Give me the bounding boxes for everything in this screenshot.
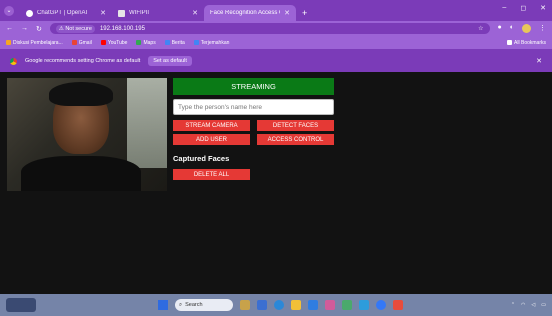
tab-title: Face Recognition Access Contr xyxy=(210,10,280,16)
reload-icon[interactable]: ↻ xyxy=(36,25,42,33)
news-icon xyxy=(164,39,170,45)
app-icon[interactable] xyxy=(376,300,386,310)
captured-faces-heading: Captured Faces xyxy=(173,154,230,163)
close-tab-icon[interactable]: ✕ xyxy=(284,9,290,17)
chrome-taskbar-icon[interactable] xyxy=(342,300,352,310)
bookmark-item[interactable]: Terjemahkan xyxy=(193,39,229,46)
url-text[interactable]: 192.168.100.195 xyxy=(100,26,145,32)
tab-strip: ⌄ ChatGPT | OpenAI ✕ WIFIPII ✕ Face Reco… xyxy=(0,0,552,21)
infobar-message: Google recommends setting Chrome as defa… xyxy=(25,58,141,64)
toolbar-icons: ● ◐ ⋮ xyxy=(498,24,546,33)
weather-widget[interactable] xyxy=(6,298,36,312)
default-browser-infobar: Google recommends setting Chrome as defa… xyxy=(0,50,552,72)
camera-stream xyxy=(7,78,167,191)
bookmark-item[interactable]: Gmail xyxy=(71,39,92,46)
task-view-icon[interactable] xyxy=(257,300,267,310)
bookmark-item[interactable]: Berita xyxy=(164,39,185,46)
file-explorer-icon[interactable] xyxy=(291,300,301,310)
extension-icon[interactable]: ● xyxy=(498,24,502,33)
detect-faces-button[interactable]: DETECT FACES xyxy=(257,120,334,131)
menu-icon[interactable]: ⋮ xyxy=(539,24,546,33)
app-icon[interactable] xyxy=(359,300,369,310)
app-icon[interactable] xyxy=(325,300,335,310)
chatgpt-icon xyxy=(26,9,33,17)
close-tab-icon[interactable]: ✕ xyxy=(192,9,198,17)
page-content: STREAMING STREAM CAMERA DETECT FACES ADD… xyxy=(0,72,552,294)
tab-title: WIFIPII xyxy=(129,10,149,16)
sync-icon[interactable]: ◐ xyxy=(510,24,514,33)
folder-icon xyxy=(507,39,513,45)
youtube-icon xyxy=(100,39,106,45)
app-icon[interactable] xyxy=(393,300,403,310)
edge-icon[interactable] xyxy=(274,300,284,310)
person-name-input[interactable] xyxy=(173,99,334,115)
window-controls: – ◻ ✕ xyxy=(502,4,546,12)
close-window-button[interactable]: ✕ xyxy=(540,4,546,12)
new-tab-button[interactable]: + xyxy=(302,8,307,18)
back-arrow-icon[interactable]: ← xyxy=(6,25,13,32)
close-infobar-icon[interactable]: ✕ xyxy=(536,57,542,65)
button-row: STREAM CAMERA DETECT FACES xyxy=(173,120,335,131)
battery-icon[interactable]: ▭ xyxy=(541,302,546,308)
camera-person-hair xyxy=(49,82,113,106)
bookmark-item[interactable]: Maps xyxy=(136,39,156,46)
access-control-button[interactable]: ACCESS CONTROL xyxy=(257,134,334,145)
set-as-default-button[interactable]: Set as default xyxy=(148,56,192,66)
search-placeholder: Search xyxy=(185,302,203,308)
camera-background-light xyxy=(127,78,167,168)
stream-camera-button[interactable]: STREAM CAMERA xyxy=(173,120,250,131)
tab-wifipii[interactable]: WIFIPII ✕ xyxy=(112,5,204,21)
button-row: ADD USER ACCESS CONTROL xyxy=(173,134,335,145)
tab-search-icon[interactable]: ⌄ xyxy=(4,6,14,16)
widgets-icon[interactable] xyxy=(240,300,250,310)
gmail-icon xyxy=(71,39,77,45)
bookmark-item[interactable]: YouTube xyxy=(100,39,127,46)
star-icon[interactable]: ☆ xyxy=(478,25,483,32)
maximize-button[interactable]: ◻ xyxy=(520,4,526,12)
taskbar-search[interactable]: ⌕ Search xyxy=(175,299,233,311)
add-user-button[interactable]: ADD USER xyxy=(173,134,250,145)
store-icon[interactable] xyxy=(308,300,318,310)
bookmark-icon xyxy=(6,39,11,45)
wifi-icon[interactable]: ◠ xyxy=(521,302,525,308)
profile-avatar-icon[interactable] xyxy=(522,24,531,33)
tray-chevron-icon[interactable]: ⌃ xyxy=(511,302,515,308)
control-panel: STREAMING STREAM CAMERA DETECT FACES ADD… xyxy=(173,78,335,180)
bookmarks-bar: Diskusi Pembelajara... Gmail YouTube Map… xyxy=(0,36,552,50)
delete-all-button[interactable]: DELETE ALL xyxy=(173,169,250,180)
volume-icon[interactable]: ◁ xyxy=(531,302,535,308)
close-tab-icon[interactable]: ✕ xyxy=(100,9,106,17)
tab-chatgpt[interactable]: ChatGPT | OpenAI ✕ xyxy=(20,5,112,21)
bookmark-item[interactable]: Diskusi Pembelajara... xyxy=(6,40,63,46)
browser-toolbar: ← → ↻ ⚠ Not secure 192.168.100.195 ☆ ● ◐… xyxy=(0,21,552,36)
search-icon: ⌕ xyxy=(179,301,183,308)
chrome-icon xyxy=(10,57,17,65)
address-bar[interactable]: ⚠ Not secure 192.168.100.195 ☆ xyxy=(49,23,490,34)
windows-start-icon[interactable] xyxy=(158,300,168,310)
minimize-button[interactable]: – xyxy=(502,4,506,12)
streaming-status: STREAMING xyxy=(173,78,334,95)
forward-arrow-icon[interactable]: → xyxy=(21,25,28,32)
all-bookmarks[interactable]: All Bookmarks xyxy=(507,40,546,46)
maps-icon xyxy=(136,39,142,45)
translate-icon xyxy=(193,39,199,45)
taskbar: ⌕ Search ⌃ ◠ ◁ ▭ xyxy=(0,294,552,316)
system-tray: ⌃ ◠ ◁ ▭ xyxy=(511,302,546,308)
page-icon xyxy=(118,9,125,17)
camera-person-body xyxy=(21,156,141,191)
taskbar-apps: ⌕ Search xyxy=(158,299,403,311)
tab-face-recognition[interactable]: Face Recognition Access Contr ✕ xyxy=(204,5,296,21)
not-secure-badge[interactable]: ⚠ Not secure xyxy=(55,24,95,33)
tab-title: ChatGPT | OpenAI xyxy=(37,10,88,16)
